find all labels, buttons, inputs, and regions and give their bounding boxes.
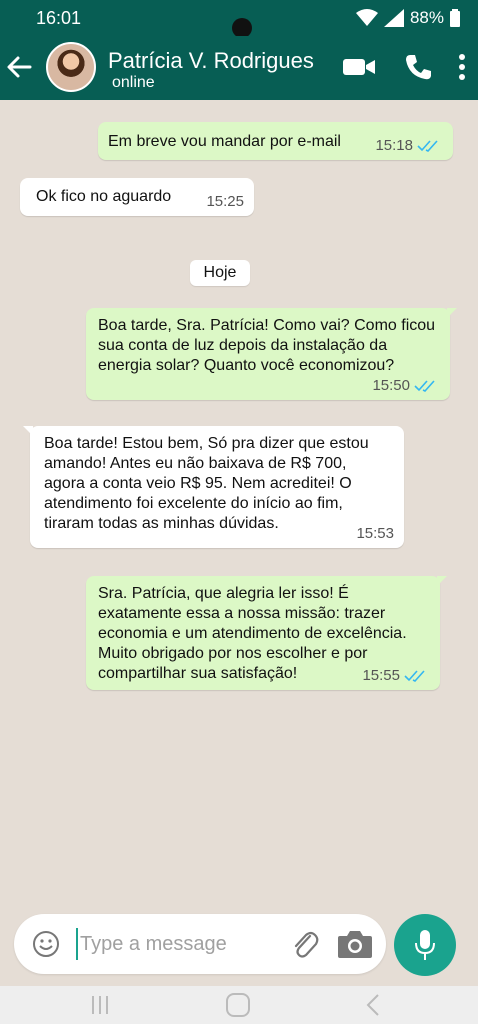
chat-header: Patrícia V. Rodrigues online bbox=[0, 36, 478, 100]
contact-name[interactable]: Patrícia V. Rodrigues bbox=[108, 48, 314, 74]
bubble-tail bbox=[447, 308, 457, 318]
message-meta: 15:55 bbox=[362, 666, 430, 686]
nav-back-icon[interactable] bbox=[360, 993, 388, 1017]
attach-icon[interactable] bbox=[290, 928, 320, 960]
recents-icon[interactable] bbox=[86, 993, 114, 1017]
message-input[interactable] bbox=[80, 926, 280, 962]
signal-icon bbox=[383, 9, 404, 27]
camera-icon[interactable] bbox=[336, 928, 374, 960]
home-icon[interactable] bbox=[224, 993, 252, 1017]
read-ticks-icon bbox=[404, 670, 425, 682]
phone-icon[interactable] bbox=[401, 52, 435, 82]
message-incoming[interactable]: Ok fico no aguardo 15:25 bbox=[20, 178, 254, 216]
message-time: 15:55 bbox=[362, 667, 400, 684]
message-meta: 15:53 bbox=[356, 524, 394, 544]
message-outgoing[interactable]: Boa tarde, Sra. Patrícia! Como vai? Como… bbox=[86, 308, 457, 400]
front-camera bbox=[232, 18, 252, 38]
message-time: 15:53 bbox=[356, 525, 394, 542]
emoji-icon[interactable] bbox=[32, 930, 60, 958]
message-meta: 15:18 bbox=[375, 136, 443, 156]
message-text: Boa tarde, Sra. Patrícia! Como vai? Como… bbox=[98, 317, 436, 374]
date-divider: Hoje bbox=[190, 260, 250, 286]
text-cursor bbox=[76, 928, 78, 960]
chat-area[interactable]: Em breve vou mandar por e-mail 15:18 Ok … bbox=[0, 100, 478, 986]
back-arrow-icon[interactable] bbox=[4, 52, 34, 82]
mic-icon bbox=[415, 930, 435, 960]
status-time: 16:01 bbox=[36, 8, 82, 28]
message-incoming[interactable]: Boa tarde! Estou bem, Só pra dizer que e… bbox=[23, 426, 404, 548]
message-time: 15:25 bbox=[206, 193, 244, 210]
message-composer bbox=[14, 914, 386, 974]
message-meta: 15:25 bbox=[206, 192, 244, 212]
status-bar: 16:01 88% bbox=[0, 0, 478, 38]
system-nav-bar bbox=[0, 986, 478, 1024]
video-call-icon[interactable] bbox=[342, 52, 376, 82]
battery-percent: 88% bbox=[409, 8, 444, 27]
status-indicators: 88% bbox=[355, 8, 460, 28]
message-outgoing[interactable]: Sra. Patrícia, que alegria ler isso! É e… bbox=[86, 576, 447, 690]
read-ticks-icon bbox=[417, 140, 438, 152]
mic-button[interactable] bbox=[394, 914, 456, 976]
more-vert-icon[interactable] bbox=[450, 52, 474, 82]
avatar[interactable] bbox=[46, 42, 96, 92]
read-ticks-icon bbox=[414, 380, 435, 392]
battery-icon bbox=[450, 9, 460, 27]
message-time: 15:18 bbox=[375, 137, 413, 154]
contact-status: online bbox=[112, 74, 155, 91]
message-outgoing[interactable]: Em breve vou mandar por e-mail 15:18 bbox=[98, 122, 453, 160]
message-text: Ok fico no aguardo bbox=[36, 188, 172, 205]
wifi-icon bbox=[355, 9, 378, 26]
bubble-tail bbox=[23, 426, 33, 436]
message-text: Boa tarde! Estou bem, Só pra dizer que e… bbox=[44, 435, 369, 532]
message-time: 15:50 bbox=[372, 377, 410, 394]
bubble-tail bbox=[437, 576, 447, 586]
message-text: Em breve vou mandar por e-mail bbox=[108, 133, 341, 150]
message-meta: 15:50 bbox=[372, 376, 440, 396]
